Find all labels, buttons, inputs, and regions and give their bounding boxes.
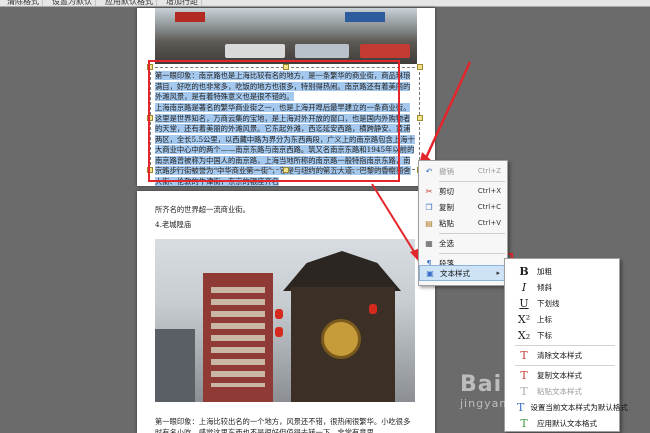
photo-sign	[175, 12, 205, 22]
menu-separator	[439, 253, 505, 254]
apply-default-icon: T	[520, 416, 528, 430]
submenu-item-label: 加粗	[537, 266, 552, 276]
menu-separator	[439, 233, 505, 234]
menu-item-shortcut: Ctrl+C	[477, 203, 501, 211]
page2-paragraph: 第一眼印象：上海比较出名的一个地方，风景还不错，很热闹很繁华。小吃很多时有名小吃…	[155, 417, 411, 433]
submenu-item-label: 粘贴文本样式	[537, 386, 582, 396]
photo-lantern	[275, 309, 283, 319]
photo-bus	[360, 44, 410, 58]
menu-item-label: 复制	[439, 202, 454, 212]
superscript-icon: X²	[517, 312, 531, 326]
undo-icon: ↶	[425, 166, 433, 176]
bold-icon: B	[519, 264, 529, 278]
toolbar-button-set-default[interactable]: 设置为默认	[49, 0, 96, 6]
submenu-arrow-icon: ▸	[496, 269, 500, 277]
section-heading: 4.老城隍庙	[155, 220, 192, 229]
submenu-item-label: 下划线	[537, 298, 560, 308]
set-default-icon: T	[517, 400, 525, 414]
menu-separator	[515, 365, 615, 366]
select-all-icon: ▦	[425, 238, 433, 248]
toolbar-button-line-spacing[interactable]: 增加行距	[163, 0, 202, 6]
submenu-item-label: 上标	[537, 314, 552, 324]
paste-style-icon: T	[520, 384, 528, 398]
photo-sign	[345, 12, 385, 22]
photo-bus	[225, 44, 285, 58]
photo-temple-roof	[283, 251, 401, 291]
toolbar-button-clear-format[interactable]: 清除格式	[4, 0, 43, 6]
menu-item-cut[interactable]: ✂ 剪切 Ctrl+X	[419, 183, 507, 199]
cut-icon: ✂	[425, 186, 433, 196]
menu-item-label: 剪切	[439, 186, 454, 196]
resize-handle[interactable]	[417, 115, 423, 121]
submenu-item-set-default[interactable]: T 设置当前文本样式为默认格式	[505, 399, 628, 415]
resize-handle[interactable]	[147, 64, 153, 70]
context-menu: ↶ 撤销 Ctrl+Z ✂ 剪切 Ctrl+X ❐ 复制 Ctrl+C ▤ 粘贴…	[418, 160, 508, 286]
menu-separator	[439, 181, 505, 182]
temple-photo	[155, 239, 415, 402]
menu-item-shortcut: Ctrl+V	[477, 219, 501, 227]
submenu-item-label: 下标	[537, 330, 552, 340]
italic-icon: I	[521, 280, 527, 294]
submenu-item-label: 倾斜	[537, 282, 552, 292]
submenu-item-superscript[interactable]: X² 上标	[505, 311, 619, 327]
document-page-2: 所齐名的世界超一流商业街。 4.老城隍庙 第一眼印象：上海比较出名的一个地方，风…	[137, 191, 435, 433]
menu-separator	[515, 345, 615, 346]
submenu-item-copy-style[interactable]: T 复制文本样式	[505, 367, 619, 383]
menu-item-select-all[interactable]: ▦ 全选	[419, 235, 507, 251]
watermark: Bai jingyan	[460, 372, 507, 410]
page2-line-1: 所齐名的世界超一流商业街。	[155, 205, 250, 214]
submenu-item-bold[interactable]: B 加粗	[505, 263, 619, 279]
resize-handle[interactable]	[283, 64, 289, 70]
menu-item-shortcut: Ctrl+X	[477, 187, 501, 195]
submenu-item-subscript[interactable]: X₂ 下标	[505, 327, 619, 343]
submenu-item-label: 复制文本样式	[537, 370, 582, 380]
submenu-item-underline[interactable]: U 下划线	[505, 295, 619, 311]
underline-icon: U	[519, 296, 529, 310]
clear-style-icon: T	[520, 348, 528, 362]
photo-lantern	[369, 304, 377, 314]
toolbar-button-apply-default[interactable]: 应用默认格式	[102, 0, 157, 6]
submenu-item-apply-default[interactable]: T 应用默认文本格式	[505, 415, 619, 431]
photo-temple-emblem	[321, 319, 361, 359]
submenu-item-paste-style[interactable]: T 粘贴文本样式	[505, 383, 619, 399]
photo-tower	[155, 329, 195, 402]
photo-bus	[295, 44, 349, 58]
menu-item-label: 撤销	[439, 166, 454, 176]
watermark-line-2: jingyan	[460, 397, 508, 410]
text-style-submenu: B 加粗 I 倾斜 U 下划线 X² 上标 X₂ 下标 T 清除文本样式 T 复…	[504, 258, 628, 432]
photo-lantern	[275, 327, 283, 337]
subscript-icon: X₂	[517, 328, 531, 342]
submenu-item-italic[interactable]: I 倾斜	[505, 279, 619, 295]
menu-item-shortcut: Ctrl+Z	[477, 167, 501, 175]
menu-item-paste[interactable]: ▤ 粘贴 Ctrl+V	[419, 215, 507, 231]
toolbar: 清除格式 设置为默认 应用默认格式 增加行距	[0, 0, 650, 7]
street-photo	[155, 8, 417, 64]
copy-icon: ❐	[425, 202, 433, 212]
text-style-icon: ▣	[426, 268, 434, 278]
resize-handle[interactable]	[147, 167, 153, 173]
submenu-item-label: 清除文本样式	[537, 350, 582, 360]
submenu-item-label: 设置当前文本样式为默认格式	[530, 402, 628, 412]
copy-style-icon: T	[520, 368, 528, 382]
menu-item-label: 粘贴	[439, 218, 454, 228]
watermark-line-1: Bai	[460, 372, 503, 397]
submenu-item-label: 应用默认文本格式	[537, 418, 597, 428]
menu-item-copy[interactable]: ❐ 复制 Ctrl+C	[419, 199, 507, 215]
menu-item-label: 文本样式	[440, 268, 470, 278]
paste-icon: ▤	[425, 218, 433, 228]
menu-item-undo[interactable]: ↶ 撤销 Ctrl+Z	[419, 163, 507, 179]
resize-handle[interactable]	[417, 64, 423, 70]
text-selection-frame	[150, 67, 420, 170]
photo-building	[203, 273, 273, 402]
submenu-item-clear-style[interactable]: T 清除文本样式	[505, 347, 619, 363]
menu-item-text-style[interactable]: ▣ 文本样式 ▸	[419, 265, 507, 281]
menu-item-label: 全选	[439, 238, 454, 248]
resize-handle[interactable]	[147, 115, 153, 121]
resize-handle[interactable]	[283, 167, 289, 173]
